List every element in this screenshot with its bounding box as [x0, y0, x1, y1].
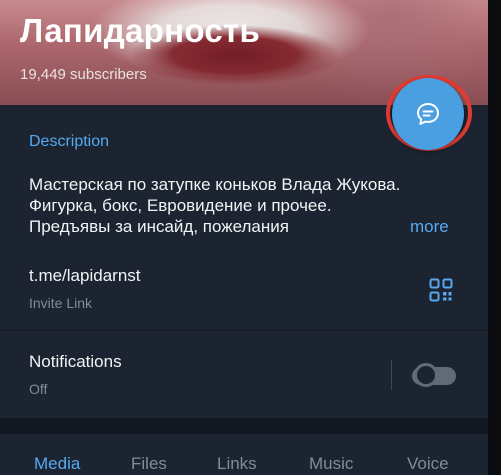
toggle-knob[interactable]: [414, 363, 438, 387]
notifications-label[interactable]: Notifications: [29, 352, 122, 372]
media-tabs: Media Files Links Music Voice: [0, 434, 488, 475]
qr-code-icon[interactable]: [429, 278, 453, 302]
channel-info-screen: Лапидарность 19,449 subscribers Descript…: [0, 0, 488, 475]
tab-voice[interactable]: Voice: [407, 454, 449, 474]
description-text: Мастерская по затупке коньков Влада Жуко…: [29, 175, 401, 236]
message-bubble-icon: [417, 103, 439, 125]
section-gap: [0, 418, 488, 434]
tab-media[interactable]: Media: [34, 454, 80, 474]
discuss-button[interactable]: [392, 78, 464, 150]
invite-link-caption: Invite Link: [29, 295, 93, 311]
section-divider: [0, 330, 488, 331]
tab-links[interactable]: Links: [217, 454, 257, 474]
screen-edge: [488, 0, 501, 475]
subscriber-count: 19,449 subscribers: [20, 66, 147, 83]
description-label: Description: [29, 133, 110, 150]
tab-music[interactable]: Music: [309, 454, 353, 474]
description-fade: [360, 216, 410, 238]
notifications-state: Off: [29, 381, 48, 397]
invite-link[interactable]: t.me/lapidarnst: [29, 266, 141, 286]
toggle-separator: [391, 360, 392, 390]
channel-title: Лапидарность: [20, 12, 261, 49]
more-link[interactable]: more: [410, 217, 449, 237]
tab-files[interactable]: Files: [131, 454, 167, 474]
